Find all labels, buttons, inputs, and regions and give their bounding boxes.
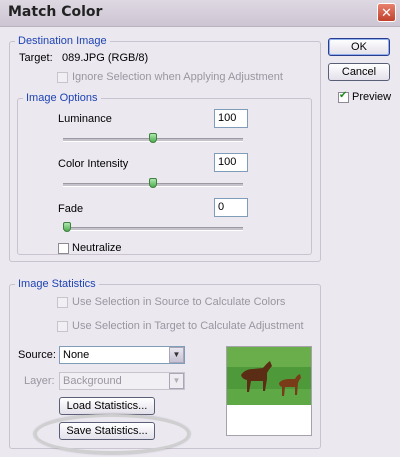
use-selection-target-label: Use Selection in Target to Calculate Adj… — [72, 320, 304, 332]
use-selection-source-checkbox[interactable] — [57, 297, 68, 308]
source-label: Source: — [18, 349, 56, 361]
target-label: Target: — [19, 52, 53, 64]
source-thumbnail-frame — [226, 346, 312, 436]
image-statistics-legend: Image Statistics — [18, 278, 96, 290]
title-bar: Match Color ✕ — [0, 0, 400, 27]
color-intensity-label: Color Intensity — [58, 158, 129, 170]
chevron-down-icon[interactable]: ▼ — [169, 373, 184, 389]
preview-checkbox[interactable] — [338, 90, 349, 103]
ok-button[interactable]: OK — [328, 38, 390, 56]
neutralize-label: Neutralize — [72, 242, 122, 254]
load-statistics-button[interactable]: Load Statistics... — [59, 397, 155, 415]
highlight-ellipse — [34, 414, 190, 454]
fade-slider-track[interactable] — [63, 227, 243, 231]
fade-slider-thumb[interactable] — [63, 222, 71, 232]
target-value: 089.JPG (RGB/8) — [62, 52, 149, 64]
fade-input[interactable]: 0 — [214, 198, 248, 217]
fade-label: Fade — [58, 203, 84, 215]
close-icon[interactable]: ✕ — [377, 3, 396, 22]
color-intensity-slider-thumb[interactable] — [149, 178, 157, 188]
horses-thumbnail — [227, 347, 311, 435]
layer-select[interactable]: Background — [59, 372, 185, 390]
luminance-slider-thumb[interactable] — [149, 133, 157, 143]
layer-select-value: Background — [63, 375, 122, 387]
window-title: Match Color — [8, 4, 103, 20]
preview-label: Preview — [352, 91, 392, 103]
neutralize-checkbox[interactable] — [58, 243, 69, 254]
color-intensity-input[interactable]: 100 — [214, 153, 248, 172]
chevron-down-icon[interactable]: ▼ — [169, 347, 184, 363]
source-select[interactable]: None — [59, 346, 185, 364]
use-selection-source-label: Use Selection in Source to Calculate Col… — [72, 296, 286, 308]
use-selection-target-checkbox[interactable] — [57, 321, 68, 332]
ignore-selection-label: Ignore Selection when Applying Adjustmen… — [72, 71, 283, 83]
image-options-legend: Image Options — [26, 92, 98, 104]
destination-image-legend: Destination Image — [18, 35, 107, 47]
luminance-label: Luminance — [58, 113, 112, 125]
luminance-input[interactable]: 100 — [214, 109, 248, 128]
layer-label: Layer: — [24, 375, 55, 387]
ignore-selection-checkbox[interactable] — [57, 72, 68, 83]
source-select-value: None — [63, 349, 90, 361]
cancel-button[interactable]: Cancel — [328, 63, 390, 81]
